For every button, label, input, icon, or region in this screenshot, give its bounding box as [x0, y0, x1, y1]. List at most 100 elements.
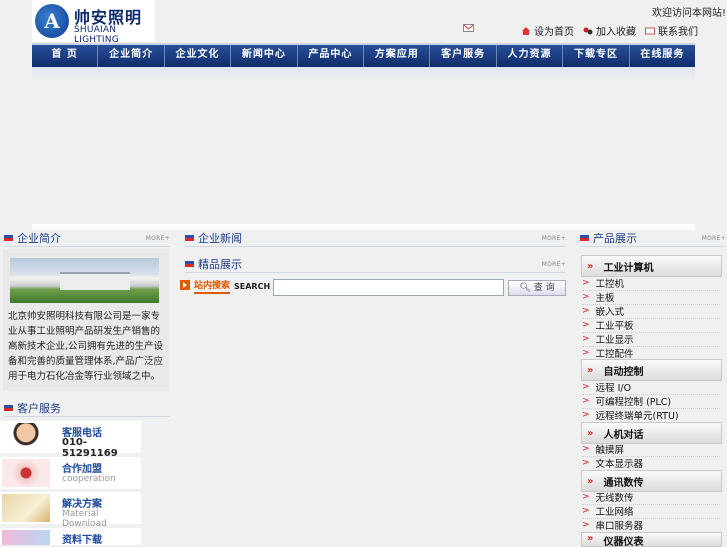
product-item[interactable]: > 串口服务器	[582, 518, 720, 533]
product-item[interactable]: > 远程终端单元(RTU)	[582, 408, 720, 423]
category-label: 通讯数传	[603, 477, 644, 489]
welcome-text: 欢迎访问本网站!	[652, 8, 727, 19]
category-hmi[interactable]: » 人机对话	[581, 422, 722, 444]
download-title: 资料下载	[62, 535, 102, 546]
flag-icon	[580, 235, 589, 241]
agent-photo	[2, 423, 50, 451]
cooperation-subtitle: cooperation	[62, 474, 116, 484]
search-tab[interactable]: 站内搜索	[194, 278, 231, 294]
company-building-photo[interactable]	[10, 258, 159, 303]
service-hotline-banner[interactable]: 客服电话 010-51291169	[0, 421, 141, 459]
service-section-header: 客户服务	[4, 400, 170, 417]
featured-section-header: 精品展示 MORE+	[185, 256, 566, 273]
chevron-right-icon: »	[587, 533, 594, 544]
product-label: 工控配件	[595, 349, 634, 360]
product-label: 触摸屏	[595, 445, 625, 456]
nav-item-hr[interactable]: 人力资源	[497, 45, 564, 67]
arrow-icon: >	[582, 396, 590, 406]
product-label: 工业平板	[595, 321, 634, 332]
product-label: 嵌入式	[595, 307, 625, 318]
search-input[interactable]	[273, 279, 504, 296]
hotline-number: 010-51291169	[62, 437, 118, 459]
product-item[interactable]: > 文本显示器	[582, 456, 720, 471]
intro-more-link[interactable]: MORE+	[146, 235, 170, 242]
search-tab-icon	[180, 279, 190, 293]
cooperation-title: 合作加盟	[62, 464, 102, 475]
nav-item-service[interactable]: 客户服务	[430, 45, 497, 67]
flag-icon	[185, 235, 194, 241]
product-item[interactable]: > 工业平板	[582, 318, 720, 333]
category-label: 人机对话	[603, 429, 644, 441]
nav-item-online[interactable]: 在线服务	[630, 45, 695, 67]
category-industrial-pc[interactable]: » 工业计算机	[581, 255, 722, 277]
nav-item-download[interactable]: 下载专区	[563, 45, 630, 67]
add-favorite-label: 加入收藏	[596, 27, 636, 38]
news-more-link[interactable]: MORE+	[542, 235, 566, 242]
product-item[interactable]: > 嵌入式	[582, 304, 720, 319]
intro-section-header: 企业简介 MORE+	[4, 230, 170, 247]
flag-icon	[185, 261, 194, 267]
intro-text: 北京帅安照明科技有限公司是一家专业从事工业照明产品研发生产销售的高新技术企业,公…	[8, 311, 164, 382]
flag-icon	[4, 235, 13, 241]
chevron-right-icon: »	[587, 427, 594, 439]
site-logo[interactable]: A 帅安照明 SHUAIAN LIGHTING	[32, 0, 155, 45]
products-more-link[interactable]: MORE+	[702, 235, 726, 242]
arrow-icon: >	[582, 410, 590, 420]
mail-small-icon	[463, 23, 475, 36]
mail-icon	[645, 26, 655, 36]
product-item[interactable]: > 可编程控制 (PLC)	[582, 394, 720, 409]
contact-us-link[interactable]: 联系我们	[645, 23, 698, 38]
add-favorite-link[interactable]: 加入收藏	[583, 23, 636, 38]
logo-mark: A	[35, 4, 69, 38]
featured-more-link[interactable]: MORE+	[542, 261, 566, 268]
favorite-icon	[583, 26, 593, 36]
category-label: 自动控制	[603, 366, 644, 378]
product-item[interactable]: > 触摸屏	[582, 442, 720, 457]
product-item[interactable]: > 远程 I/O	[582, 380, 720, 395]
chevron-right-icon: »	[587, 260, 594, 272]
search-label-en: SEARCH	[234, 281, 271, 291]
news-section-header: 企业新闻 MORE+	[185, 230, 566, 247]
category-automation[interactable]: » 自动控制	[581, 359, 722, 381]
product-label: 无线数传	[595, 493, 634, 504]
arrow-icon: >	[582, 292, 590, 302]
solutions-title: 解决方案	[62, 499, 102, 510]
solutions-subtitle: Material Download	[62, 509, 107, 529]
set-homepage-link[interactable]: 设为首页	[521, 23, 574, 38]
product-label: 可编程控制 (PLC)	[595, 397, 672, 408]
nav-item-culture[interactable]: 企业文化	[165, 45, 232, 67]
set-homepage-label: 设为首页	[534, 27, 574, 38]
search-button-label: 查 询	[533, 283, 555, 293]
arrow-icon: >	[582, 320, 590, 330]
arrow-icon: >	[582, 458, 590, 468]
arrow-icon: >	[582, 520, 590, 530]
download-banner[interactable]: 资料下载	[0, 528, 141, 546]
arrow-icon: >	[582, 382, 590, 392]
product-item[interactable]: > 工控机	[582, 276, 720, 291]
arrow-icon: >	[582, 444, 590, 454]
nav-item-solutions[interactable]: 方案应用	[364, 45, 431, 67]
product-label: 远程 I/O	[595, 383, 632, 394]
arrow-icon: >	[582, 492, 590, 502]
nav-item-home[interactable]: 首 页	[32, 45, 99, 67]
nav-item-products[interactable]: 产品中心	[298, 45, 365, 67]
magnifier-icon: 🔍︎	[519, 283, 531, 293]
product-item[interactable]: > 工业显示	[582, 332, 720, 347]
solutions-banner[interactable]: 解决方案 Material Download	[0, 492, 141, 529]
arrow-icon: >	[582, 506, 590, 516]
category-label: 工业计算机	[603, 262, 654, 274]
search-button[interactable]: 🔍︎ 查 询	[508, 280, 566, 296]
category-communication[interactable]: » 通讯数传	[581, 470, 722, 492]
nav-item-about[interactable]: 企业简介	[98, 45, 165, 67]
product-item[interactable]: > 无线数传	[582, 490, 720, 505]
product-label: 串口服务器	[595, 521, 644, 532]
product-item[interactable]: > 主板	[582, 290, 720, 305]
chevron-right-icon: »	[587, 364, 594, 376]
product-item[interactable]: > 工业网络	[582, 504, 720, 519]
nav-item-news[interactable]: 新闻中心	[231, 45, 298, 67]
building-shape	[60, 272, 130, 290]
product-label: 工控机	[595, 279, 625, 290]
product-label: 主板	[595, 293, 615, 304]
news-section-title: 企业新闻	[198, 232, 242, 245]
cooperation-banner[interactable]: 合作加盟 cooperation	[0, 457, 141, 489]
